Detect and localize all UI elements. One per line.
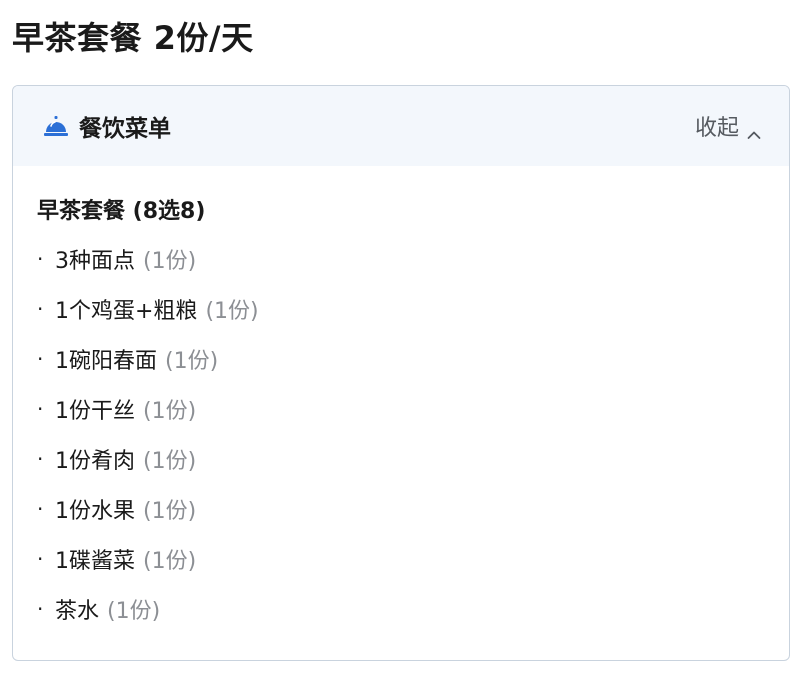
list-item: · 1碗阳春面 (1份) <box>37 334 789 384</box>
item-name: 1碟酱菜 <box>55 549 135 574</box>
item-quantity: (1份) <box>107 599 161 624</box>
section-title: 早茶套餐 (8选8) <box>37 199 206 224</box>
bullet: · <box>37 447 44 471</box>
item-quantity: (1份) <box>165 349 219 374</box>
list-item: · 1碟酱菜 (1份) <box>37 534 789 584</box>
collapse-button[interactable]: 收起 <box>695 110 761 142</box>
bullet: · <box>37 597 44 621</box>
list-item: · 1个鸡蛋+粗粮 (1份) <box>37 284 789 334</box>
bullet: · <box>37 297 44 321</box>
item-name: 1份肴肉 <box>55 449 135 474</box>
menu-card-header: 餐饮菜单 收起 <box>13 86 789 166</box>
page: 早茶套餐 2份/天 餐饮菜单 收起 早茶套餐 (8选8) · 3种面点 (1份)… <box>0 0 812 682</box>
menu-card-title: 餐饮菜单 <box>79 116 171 142</box>
item-name: 1份干丝 <box>55 399 135 424</box>
menu-card: 餐饮菜单 收起 早茶套餐 (8选8) · 3种面点 (1份) · 1个鸡蛋+粗粮… <box>12 85 790 661</box>
item-name: 3种面点 <box>55 249 135 274</box>
page-title: 早茶套餐 2份/天 <box>12 19 254 57</box>
item-quantity: (1份) <box>143 449 197 474</box>
item-name: 1份水果 <box>55 499 135 524</box>
bullet: · <box>37 397 44 421</box>
menu-card-body: 早茶套餐 (8选8) · 3种面点 (1份) · 1个鸡蛋+粗粮 (1份) · … <box>13 166 789 634</box>
list-item: · 茶水 (1份) <box>37 584 789 634</box>
collapse-label: 收起 <box>694 116 739 141</box>
chevron-up-icon <box>747 121 761 139</box>
service-bell-icon <box>43 115 69 137</box>
item-quantity: (1份) <box>143 549 197 574</box>
item-quantity: (1份) <box>143 399 197 424</box>
item-quantity: (1份) <box>205 299 259 324</box>
list-item: · 1份干丝 (1份) <box>37 384 789 434</box>
item-quantity: (1份) <box>143 249 197 274</box>
bullet: · <box>37 247 44 271</box>
bullet: · <box>37 547 44 571</box>
bullet: · <box>37 347 44 371</box>
menu-header-left: 餐饮菜单 <box>43 109 171 143</box>
item-quantity: (1份) <box>143 499 197 524</box>
item-name: 茶水 <box>55 599 100 624</box>
list-item: · 1份肴肉 (1份) <box>37 434 789 484</box>
item-name: 1碗阳春面 <box>55 349 157 374</box>
menu-list: · 3种面点 (1份) · 1个鸡蛋+粗粮 (1份) · 1碗阳春面 (1份) … <box>37 234 789 634</box>
list-item: · 1份水果 (1份) <box>37 484 789 534</box>
list-item: · 3种面点 (1份) <box>37 234 789 284</box>
item-name: 1个鸡蛋+粗粮 <box>55 299 198 324</box>
bullet: · <box>37 497 44 521</box>
